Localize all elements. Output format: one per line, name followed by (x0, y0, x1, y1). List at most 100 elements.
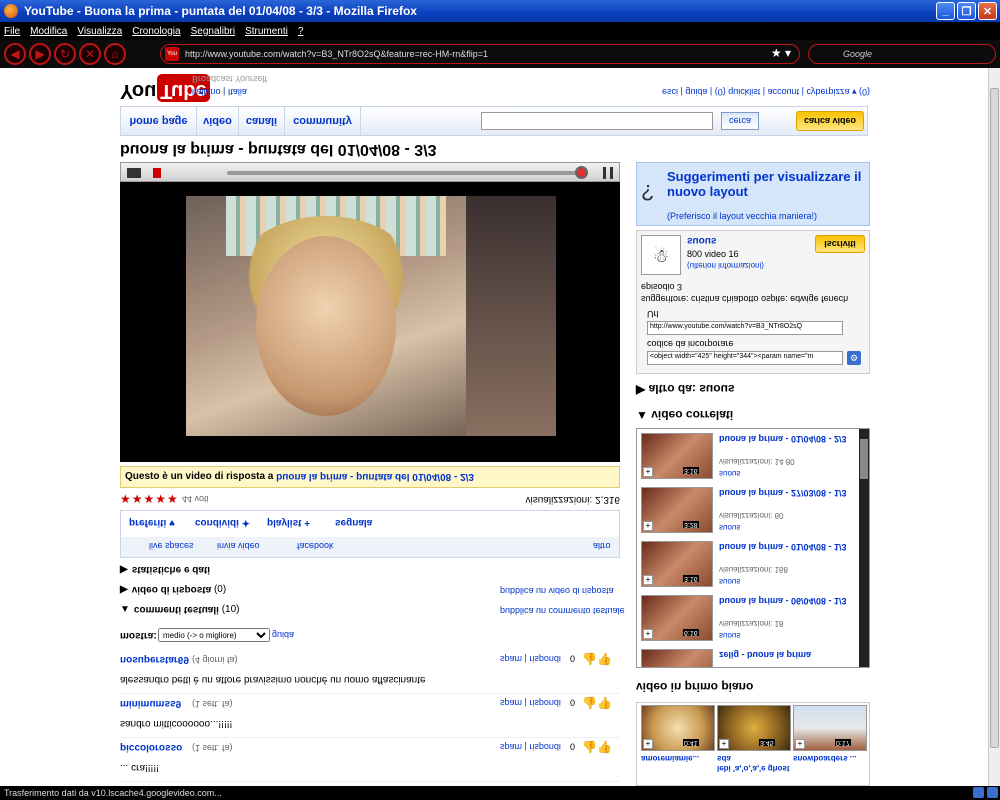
old-layout-link[interactable]: (Preferisco il layout vecchia maniera!) (667, 211, 817, 221)
comment-author[interactable]: piccolorosso (120, 742, 182, 753)
fullscreen-icon[interactable] (127, 168, 141, 178)
stats-section-header[interactable]: ▶ statistiche e dati (120, 564, 210, 575)
upload-button[interactable]: carica video (796, 111, 864, 131)
add-icon[interactable]: + (643, 575, 653, 585)
rating-stars[interactable]: ★★★★★ (120, 492, 179, 506)
sort-help-link[interactable]: guida (272, 630, 294, 640)
featured-video-item[interactable]: + 3:45 lebi 'a,'o,'a,'e ghost sda (717, 705, 791, 785)
featured-video-item[interactable]: + 0:17 snowboarders ... (793, 705, 867, 785)
video-title[interactable]: buona la prima - 01/04/08 - 2/3 (719, 433, 855, 444)
forward-button[interactable]: ▶ (29, 43, 51, 65)
video-title[interactable]: snowboarders ... (793, 753, 867, 763)
share-facebook[interactable]: facebook (297, 541, 334, 551)
reload-button[interactable]: ↻ (54, 43, 76, 65)
comment-author[interactable]: minimumss9 (120, 698, 181, 709)
add-icon[interactable]: + (719, 739, 729, 749)
author-info-link[interactable]: (ulteriori informazioni) (687, 261, 764, 270)
favorites-button[interactable]: preferiti ♥ (129, 517, 175, 528)
seek-handle[interactable] (575, 166, 588, 179)
thumbs-icon[interactable]: 👎👍 (582, 696, 612, 710)
menu-strumenti[interactable]: Strumenti (245, 26, 288, 37)
video-title[interactable]: lebi 'a,'o,'a,'e ghost sda (717, 753, 791, 773)
response-link[interactable]: buona la prima - puntata del 01/04/08 - … (276, 471, 474, 482)
video-author[interactable]: suous (719, 469, 740, 478)
more-from-header[interactable]: ▶ altro da: suous (636, 382, 735, 396)
back-button[interactable]: ◀ (4, 43, 26, 65)
comment-actions[interactable]: spam | rispondi (500, 698, 561, 708)
post-comment-link[interactable]: pubblica un commento testuale (500, 606, 625, 616)
url-bar[interactable]: You http://www.youtube.com/watch?v=B3_NT… (160, 44, 800, 64)
author-avatar[interactable]: ☃ (641, 235, 681, 275)
video-thumbnail[interactable] (641, 649, 713, 667)
bookmark-star-icon[interactable]: ★ ▾ (771, 46, 791, 60)
minimize-button[interactable]: _ (936, 2, 955, 20)
related-video-item[interactable]: + 6:16 buona la prima - 06/04/08 - 1/3 v… (641, 595, 857, 645)
add-icon[interactable]: + (643, 629, 653, 639)
tab-video[interactable]: video (197, 107, 239, 135)
search-input[interactable] (481, 112, 713, 130)
url-field[interactable]: http://www.youtube.com/watch?v=B3_NTr8O2… (647, 321, 843, 335)
video-author[interactable]: suous (719, 631, 740, 640)
volume-icon[interactable] (153, 168, 161, 178)
video-title[interactable]: buona la prima - 06/04/08 - 1/3 (719, 595, 855, 606)
comments-section-header[interactable]: ▼ commenti testuali (10) (120, 604, 240, 615)
comment-author[interactable]: nosuperstar69 (120, 654, 189, 665)
page-scrollbar[interactable] (988, 68, 1000, 786)
menu-visualizza[interactable]: Visualizza (77, 26, 122, 37)
close-button[interactable]: ✕ (978, 2, 997, 20)
video-player[interactable] (120, 162, 620, 462)
related-video-item[interactable]: zelig - buona la prima (641, 649, 857, 667)
youtube-logo[interactable]: You Tube (120, 74, 210, 102)
share-invia-video[interactable]: invia video (217, 541, 260, 551)
user-links[interactable]: esci | guida | (0) quicklist | account |… (662, 86, 870, 97)
stop-button[interactable]: ✕ (79, 43, 101, 65)
gear-icon[interactable]: ⚙ (847, 351, 861, 365)
share-altro[interactable]: altro (593, 541, 611, 551)
seek-bar[interactable] (227, 171, 587, 175)
tab-canali[interactable]: canali (239, 107, 285, 135)
sort-select[interactable]: medio (-> o migliore) (158, 628, 270, 642)
language-links[interactable]: italiano | Italia (192, 87, 247, 97)
comment-actions[interactable]: spam | rispondi (500, 654, 561, 664)
menu-cronologia[interactable]: Cronologia (132, 26, 180, 37)
menu-modifica[interactable]: Modifica (30, 26, 67, 37)
add-icon[interactable]: + (643, 467, 653, 477)
home-button[interactable]: ⌂ (104, 43, 126, 65)
related-scrollbar[interactable] (859, 429, 869, 667)
suggestion-title[interactable]: Suggerimenti per visualizzare il nuovo l… (667, 169, 869, 199)
addon-icon[interactable] (973, 787, 984, 798)
search-button[interactable]: cerca (721, 112, 759, 130)
video-title[interactable]: amoremiamie... (641, 753, 715, 763)
thumbs-icon[interactable]: 👎👍 (582, 740, 612, 754)
comment-actions[interactable]: spam | rispondi (500, 742, 561, 752)
video-title[interactable]: buona la prima - 01/04/08 - 1/3 (719, 541, 855, 552)
scrollbar-thumb[interactable] (990, 88, 999, 748)
related-video-item[interactable]: + 3:28 buona la prima - 27/03/08 - 1/3 v… (641, 487, 857, 537)
tab-community[interactable]: community (285, 107, 361, 135)
video-title[interactable]: zelig - buona la prima (719, 649, 855, 660)
pause-icon[interactable] (603, 167, 613, 179)
share-button[interactable]: condividi ✦ (195, 517, 250, 528)
post-video-response-link[interactable]: pubblica un video di risposta (500, 586, 614, 596)
menu-file[interactable]: File (4, 26, 20, 37)
related-video-item[interactable]: + 3:16 buona la prima - 01/04/08 - 1/3 v… (641, 541, 857, 591)
related-video-item[interactable]: + 3:16 buona la prima - 01/04/08 - 2/3 v… (641, 433, 857, 483)
addon-icon[interactable] (987, 787, 998, 798)
subscribe-button[interactable]: Iscriviti (815, 235, 865, 253)
responses-section-header[interactable]: ▶ video di risposta (0) (120, 584, 226, 595)
video-author[interactable]: suous (719, 523, 740, 532)
author-name[interactable]: suous (687, 235, 716, 246)
add-icon[interactable]: + (643, 521, 653, 531)
menu-help[interactable]: ? (298, 26, 304, 37)
playlist-button[interactable]: playlist + (267, 517, 310, 528)
video-title[interactable]: buona la prima - 27/03/08 - 1/3 (719, 487, 855, 498)
tab-home[interactable]: home page (121, 107, 197, 135)
related-header[interactable]: ▼ video correlati (636, 408, 733, 422)
add-icon[interactable]: + (795, 739, 805, 749)
embed-field[interactable]: <object width="425" height="344"><param … (647, 351, 843, 365)
add-icon[interactable]: + (643, 739, 653, 749)
video-author[interactable]: suous (719, 577, 740, 586)
thumbs-icon[interactable]: 👎👍 (582, 652, 612, 666)
featured-video-item[interactable]: + 0:41 amoremiamie... (641, 705, 715, 785)
share-live-spaces[interactable]: live spaces (149, 541, 194, 551)
